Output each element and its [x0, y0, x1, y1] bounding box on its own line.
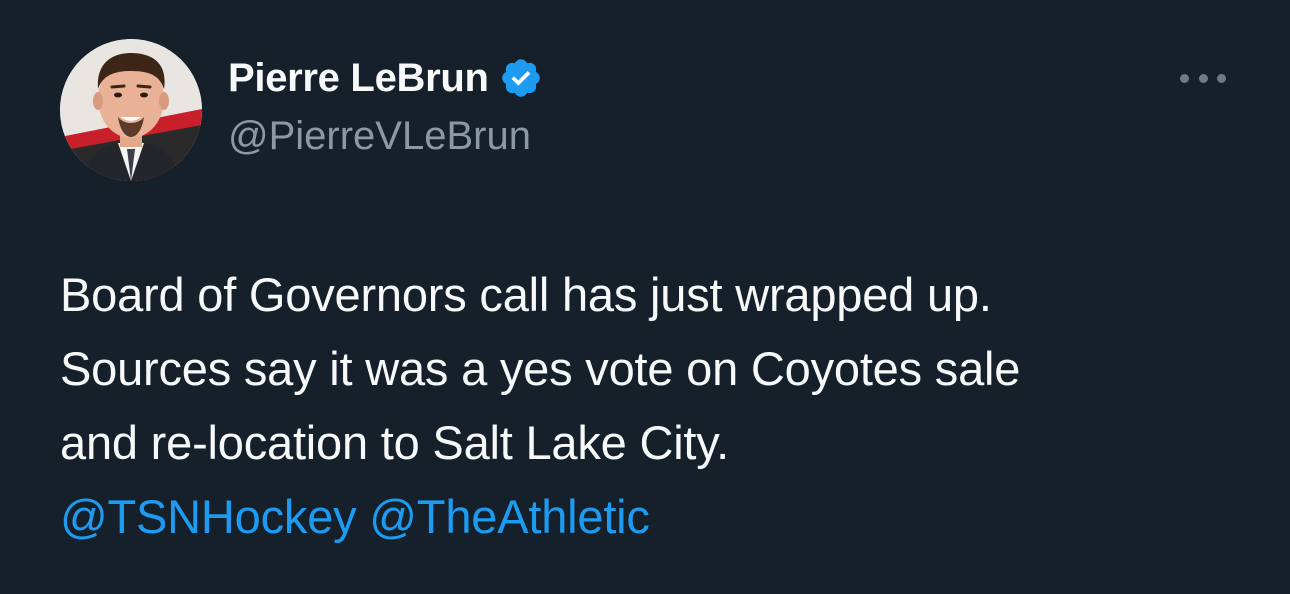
more-dot — [1198, 73, 1208, 83]
tweet-text: Board of Governors call has just wrapped… — [60, 258, 1240, 554]
author-identity: Pierre LeBrun @PierreVLeBrun — [228, 52, 543, 162]
mention-link-theathletic[interactable]: @TheAthletic — [369, 490, 650, 543]
more-dot — [1180, 73, 1189, 83]
display-name[interactable]: Pierre LeBrun — [228, 52, 489, 104]
verified-badge-icon[interactable] — [499, 56, 543, 100]
avatar[interactable] — [60, 39, 202, 181]
handle[interactable]: @PierreVLeBrun — [228, 110, 543, 162]
more-options-icon[interactable] — [1180, 66, 1226, 90]
name-row: Pierre LeBrun — [228, 52, 543, 104]
tweet-line: and re-location to Salt Lake City. — [60, 416, 729, 469]
tweet-line: Sources say it was a yes vote on Coyotes… — [60, 342, 1021, 395]
tweet-line: Board of Governors call has just wrapped… — [60, 268, 992, 321]
mentions-line: @TSNHockey @TheAthletic — [60, 480, 1240, 554]
mention-link-tsnhockey[interactable]: @TSNHockey — [60, 490, 357, 543]
tweet-card: Pierre LeBrun @PierreVLeBrun Board of Go… — [0, 0, 1290, 594]
avatar-image — [60, 39, 202, 181]
more-dot — [1217, 73, 1226, 83]
